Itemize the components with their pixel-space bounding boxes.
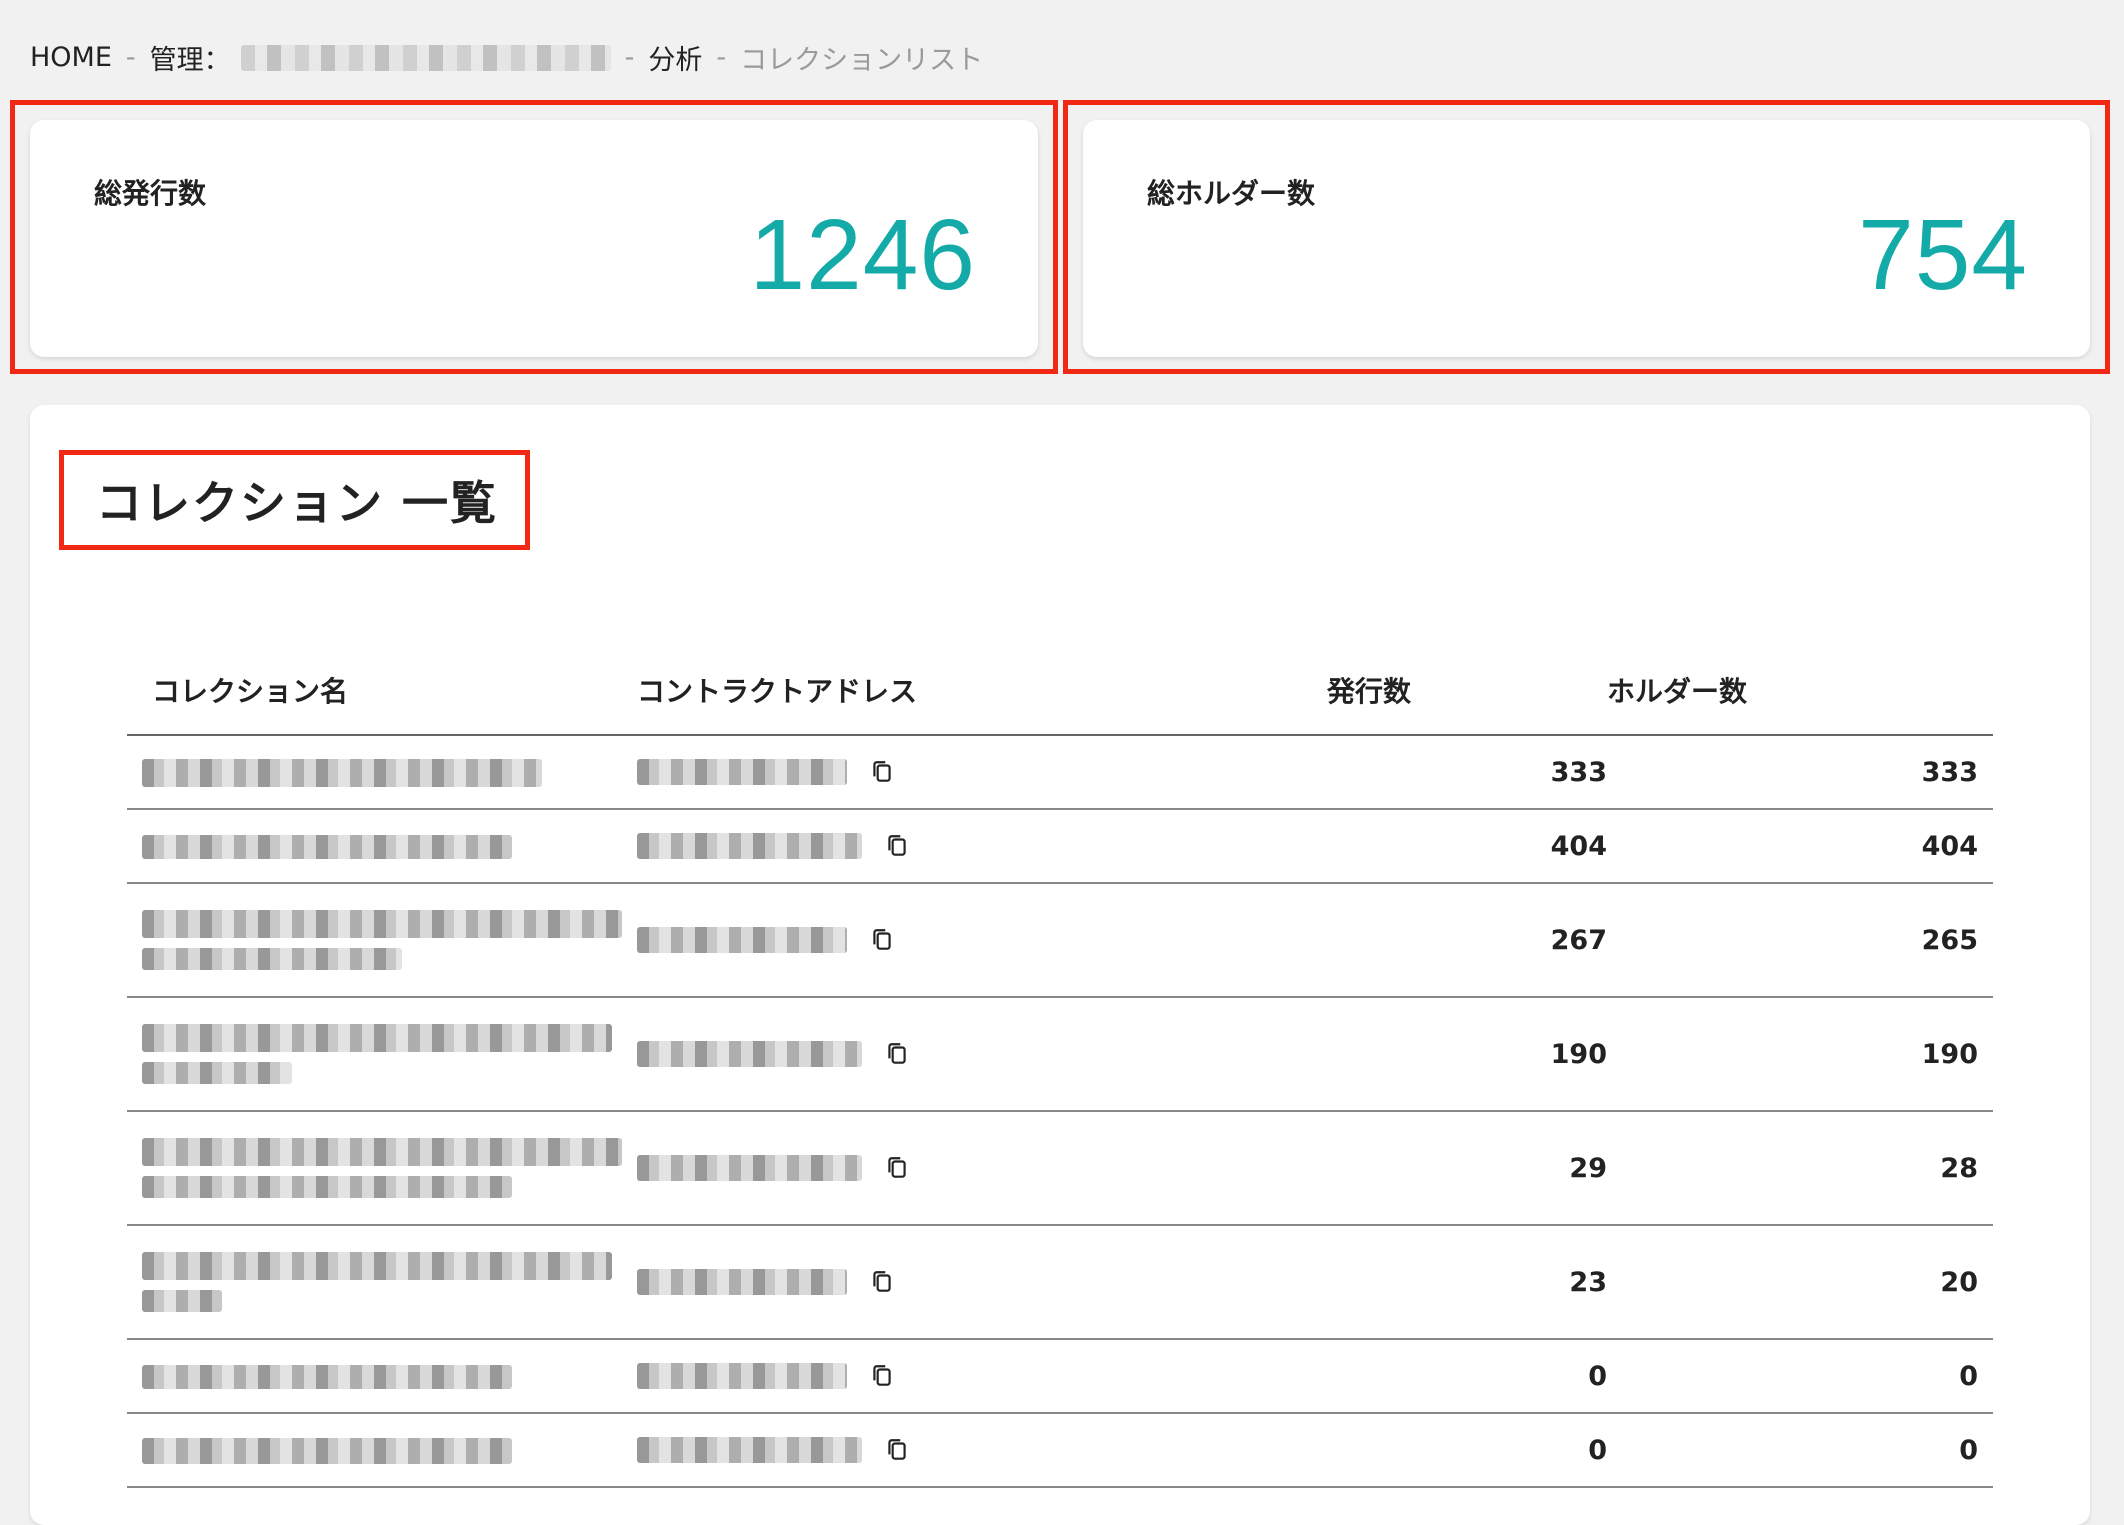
contract-address-cell (637, 1111, 1327, 1226)
contract-address-cell (637, 1413, 1327, 1488)
copy-icon[interactable] (869, 1268, 895, 1296)
panel-title: コレクション 一覧 (96, 476, 499, 530)
contract-address-redacted (637, 1041, 862, 1067)
holder-count: 333 (1607, 735, 1993, 810)
copy-icon[interactable] (869, 926, 895, 954)
breadcrumb-current: コレクションリスト (740, 45, 984, 76)
contract-address-redacted (637, 1363, 847, 1389)
column-header-name: コレクション名 (127, 645, 637, 736)
contract-address-cell (637, 1225, 1327, 1340)
breadcrumb: HOME - 管理： - 分析 - コレクションリスト (30, 38, 983, 77)
table-row[interactable]: 23 20 (127, 1225, 1993, 1340)
issued-count: 333 (1327, 735, 1607, 810)
collection-name-redacted[interactable] (127, 809, 637, 884)
issued-count: 0 (1327, 1339, 1607, 1414)
copy-icon[interactable] (884, 1040, 910, 1068)
collection-name-redacted[interactable] (127, 1413, 637, 1488)
issued-count: 190 (1327, 997, 1607, 1112)
holder-count: 0 (1607, 1339, 1993, 1414)
table-header-row: コレクション名 コントラクトアドレス 発行数 ホルダー数 (127, 645, 1993, 736)
issued-count: 29 (1327, 1111, 1607, 1226)
contract-address-cell (637, 735, 1327, 810)
issued-count: 404 (1327, 809, 1607, 884)
collection-name-redacted[interactable] (127, 883, 637, 998)
contract-address-redacted (637, 1155, 862, 1181)
breadcrumb-manage[interactable]: 管理： (150, 38, 231, 77)
copy-icon[interactable] (869, 758, 895, 786)
column-header-holders: ホルダー数 (1607, 645, 1993, 736)
breadcrumb-separator: - (125, 42, 136, 73)
collection-name-redacted[interactable] (127, 997, 637, 1112)
stat-card-total-issued: 総発行数 1246 (30, 120, 1038, 357)
holder-count: 28 (1607, 1111, 1993, 1226)
column-header-issued: 発行数 (1327, 645, 1607, 736)
issued-count: 0 (1327, 1413, 1607, 1488)
contract-address-cell (637, 997, 1327, 1112)
table-row[interactable]: 29 28 (127, 1111, 1993, 1226)
collection-name-redacted[interactable] (127, 1339, 637, 1414)
copy-icon[interactable] (869, 1362, 895, 1390)
breadcrumb-separator: - (624, 42, 635, 73)
table-row[interactable]: 333 333 (127, 735, 1993, 810)
contract-address-redacted (637, 833, 862, 859)
copy-icon[interactable] (884, 1154, 910, 1182)
collection-name-redacted[interactable] (127, 1111, 637, 1226)
holder-count: 190 (1607, 997, 1993, 1112)
holder-count: 20 (1607, 1225, 1993, 1340)
contract-address-redacted (637, 927, 847, 953)
breadcrumb-home[interactable]: HOME (30, 42, 112, 73)
highlight-frame-total-issued: 総発行数 1246 (10, 100, 1058, 374)
column-header-address: コントラクトアドレス (637, 645, 1327, 736)
holder-count: 265 (1607, 883, 1993, 998)
holder-count: 0 (1607, 1413, 1993, 1488)
table-row[interactable]: 0 0 (127, 1413, 1993, 1488)
table-row[interactable]: 190 190 (127, 997, 1993, 1112)
collection-list-panel: コレクション 一覧 コレクション名 コントラクトアドレス 発行数 ホルダー数 3… (30, 405, 2090, 1525)
stat-value: 754 (1858, 199, 2028, 311)
stat-label: 総発行数 (94, 177, 207, 210)
issued-count: 267 (1327, 883, 1607, 998)
contract-address-cell (637, 809, 1327, 884)
table-row[interactable]: 267 265 (127, 883, 1993, 998)
highlight-frame-title: コレクション 一覧 (59, 450, 530, 550)
issued-count: 23 (1327, 1225, 1607, 1340)
collection-name-redacted[interactable] (127, 1225, 637, 1340)
redacted-project-name (240, 44, 611, 71)
contract-address-cell (637, 1339, 1327, 1414)
contract-address-redacted (637, 759, 847, 785)
stat-card-total-holders: 総ホルダー数 754 (1083, 120, 2090, 357)
table-row[interactable]: 0 0 (127, 1339, 1993, 1414)
collection-name-redacted[interactable] (127, 735, 637, 810)
copy-icon[interactable] (884, 1436, 910, 1464)
contract-address-redacted (637, 1437, 862, 1463)
breadcrumb-separator: - (716, 42, 727, 73)
breadcrumb-analytics[interactable]: 分析 (648, 38, 702, 77)
stat-label: 総ホルダー数 (1147, 177, 1316, 210)
table-row[interactable]: 404 404 (127, 809, 1993, 884)
stat-value: 1246 (749, 199, 976, 311)
highlight-frame-total-holders: 総ホルダー数 754 (1063, 100, 2110, 374)
contract-address-redacted (637, 1269, 847, 1295)
contract-address-cell (637, 883, 1327, 998)
copy-icon[interactable] (884, 832, 910, 860)
holder-count: 404 (1607, 809, 1993, 884)
collection-table: コレクション名 コントラクトアドレス 発行数 ホルダー数 333 333 404… (127, 645, 1993, 1488)
